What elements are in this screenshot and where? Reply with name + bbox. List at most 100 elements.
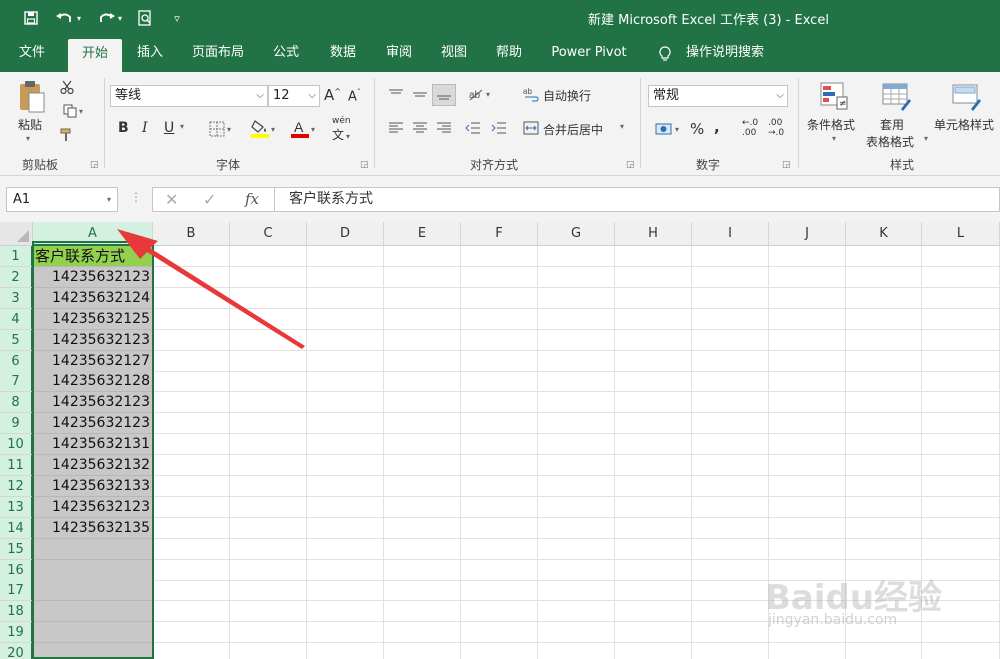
- cell-l13[interactable]: [922, 496, 1000, 518]
- cell-b8[interactable]: [153, 392, 230, 414]
- cell-j20[interactable]: [769, 643, 846, 659]
- column-header-e[interactable]: E: [384, 222, 461, 246]
- cell-i18[interactable]: [692, 601, 769, 623]
- cell-h20[interactable]: [615, 643, 692, 659]
- cell-l6[interactable]: [922, 350, 1000, 372]
- cell-e4[interactable]: [384, 308, 461, 330]
- cell-h11[interactable]: [615, 455, 692, 476]
- row-header-12[interactable]: 12: [0, 475, 33, 497]
- cell-l5[interactable]: [922, 329, 1000, 351]
- cell-d8[interactable]: [307, 392, 384, 414]
- cell-d2[interactable]: [307, 266, 384, 288]
- cell-k10[interactable]: [846, 434, 922, 456]
- cell-e10[interactable]: [384, 434, 461, 456]
- cell-b4[interactable]: [153, 308, 230, 330]
- cell-c18[interactable]: [230, 601, 307, 623]
- tell-me-search[interactable]: 操作说明搜索: [682, 36, 768, 72]
- cell-f20[interactable]: [461, 643, 538, 659]
- cell-a20[interactable]: [33, 643, 153, 659]
- cell-i20[interactable]: [692, 643, 769, 659]
- row-header-16[interactable]: 16: [0, 559, 33, 581]
- cell-h15[interactable]: [615, 538, 692, 560]
- font-name-select[interactable]: 等线 ⌵: [110, 85, 268, 107]
- cell-h12[interactable]: [615, 475, 692, 497]
- cell-l12[interactable]: [922, 475, 1000, 497]
- accounting-format-icon[interactable]: ▾: [650, 118, 684, 140]
- cancel-icon[interactable]: ✕: [165, 190, 178, 209]
- cell-h17[interactable]: [615, 580, 692, 602]
- cell-c2[interactable]: [230, 266, 307, 288]
- cell-f18[interactable]: [461, 601, 538, 623]
- cell-f15[interactable]: [461, 538, 538, 560]
- cell-d18[interactable]: [307, 601, 384, 623]
- row-header-7[interactable]: 7: [0, 371, 33, 393]
- cell-g16[interactable]: [538, 559, 615, 581]
- row-header-11[interactable]: 11: [0, 455, 33, 476]
- cell-l20[interactable]: [922, 643, 1000, 659]
- cell-a2[interactable]: 14235632123: [33, 266, 153, 288]
- cell-c8[interactable]: [230, 392, 307, 414]
- cell-c6[interactable]: [230, 350, 307, 372]
- cell-d7[interactable]: [307, 371, 384, 393]
- row-header-20[interactable]: 20: [0, 643, 33, 659]
- grow-font-button[interactable]: A^: [324, 86, 341, 104]
- column-header-h[interactable]: H: [615, 222, 692, 246]
- cell-d12[interactable]: [307, 475, 384, 497]
- cell-d1[interactable]: [307, 246, 384, 267]
- cell-b5[interactable]: [153, 329, 230, 351]
- cell-i14[interactable]: [692, 517, 769, 539]
- cell-b6[interactable]: [153, 350, 230, 372]
- cell-j13[interactable]: [769, 496, 846, 518]
- cell-i8[interactable]: [692, 392, 769, 414]
- cell-e9[interactable]: [384, 413, 461, 435]
- cell-a12[interactable]: 14235632133: [33, 475, 153, 497]
- cell-c20[interactable]: [230, 643, 307, 659]
- cell-k5[interactable]: [846, 329, 922, 351]
- cell-j5[interactable]: [769, 329, 846, 351]
- column-header-f[interactable]: F: [461, 222, 538, 246]
- cell-a13[interactable]: 14235632123: [33, 496, 153, 518]
- cell-j3[interactable]: [769, 287, 846, 309]
- cell-c17[interactable]: [230, 580, 307, 602]
- cell-f13[interactable]: [461, 496, 538, 518]
- cell-c11[interactable]: [230, 455, 307, 476]
- cell-k3[interactable]: [846, 287, 922, 309]
- comma-button[interactable]: ,: [714, 118, 720, 136]
- cell-c13[interactable]: [230, 496, 307, 518]
- enter-icon[interactable]: ✓: [203, 190, 216, 209]
- tab-view[interactable]: 视图: [430, 36, 478, 72]
- merge-dropdown-icon[interactable]: ▾: [620, 122, 624, 131]
- undo-icon[interactable]: ▾: [52, 8, 84, 28]
- merge-center-icon[interactable]: [522, 118, 540, 138]
- cell-f14[interactable]: [461, 517, 538, 539]
- cell-k14[interactable]: [846, 517, 922, 539]
- cell-c10[interactable]: [230, 434, 307, 456]
- cell-c1[interactable]: [230, 246, 307, 267]
- cell-a10[interactable]: 14235632131: [33, 434, 153, 456]
- bold-button[interactable]: B: [118, 120, 129, 136]
- name-box[interactable]: A1 ▾: [6, 187, 118, 212]
- cell-e16[interactable]: [384, 559, 461, 581]
- cell-j1[interactable]: [769, 246, 846, 267]
- cell-h10[interactable]: [615, 434, 692, 456]
- cell-i15[interactable]: [692, 538, 769, 560]
- cell-g8[interactable]: [538, 392, 615, 414]
- cell-k2[interactable]: [846, 266, 922, 288]
- cell-b17[interactable]: [153, 580, 230, 602]
- cell-i1[interactable]: [692, 246, 769, 267]
- column-header-c[interactable]: C: [230, 222, 307, 246]
- row-header-8[interactable]: 8: [0, 392, 33, 414]
- cell-e11[interactable]: [384, 455, 461, 476]
- cell-j11[interactable]: [769, 455, 846, 476]
- format-painter-icon[interactable]: [58, 126, 76, 144]
- row-header-1[interactable]: 1: [0, 246, 33, 267]
- cell-h14[interactable]: [615, 517, 692, 539]
- tab-power-pivot[interactable]: Power Pivot: [544, 36, 634, 72]
- select-all-button[interactable]: [0, 222, 33, 246]
- tab-file[interactable]: 文件: [8, 36, 56, 72]
- cell-i11[interactable]: [692, 455, 769, 476]
- table-dropdown-icon[interactable]: ▾: [924, 134, 928, 143]
- cell-b2[interactable]: [153, 266, 230, 288]
- cell-d15[interactable]: [307, 538, 384, 560]
- cell-f9[interactable]: [461, 413, 538, 435]
